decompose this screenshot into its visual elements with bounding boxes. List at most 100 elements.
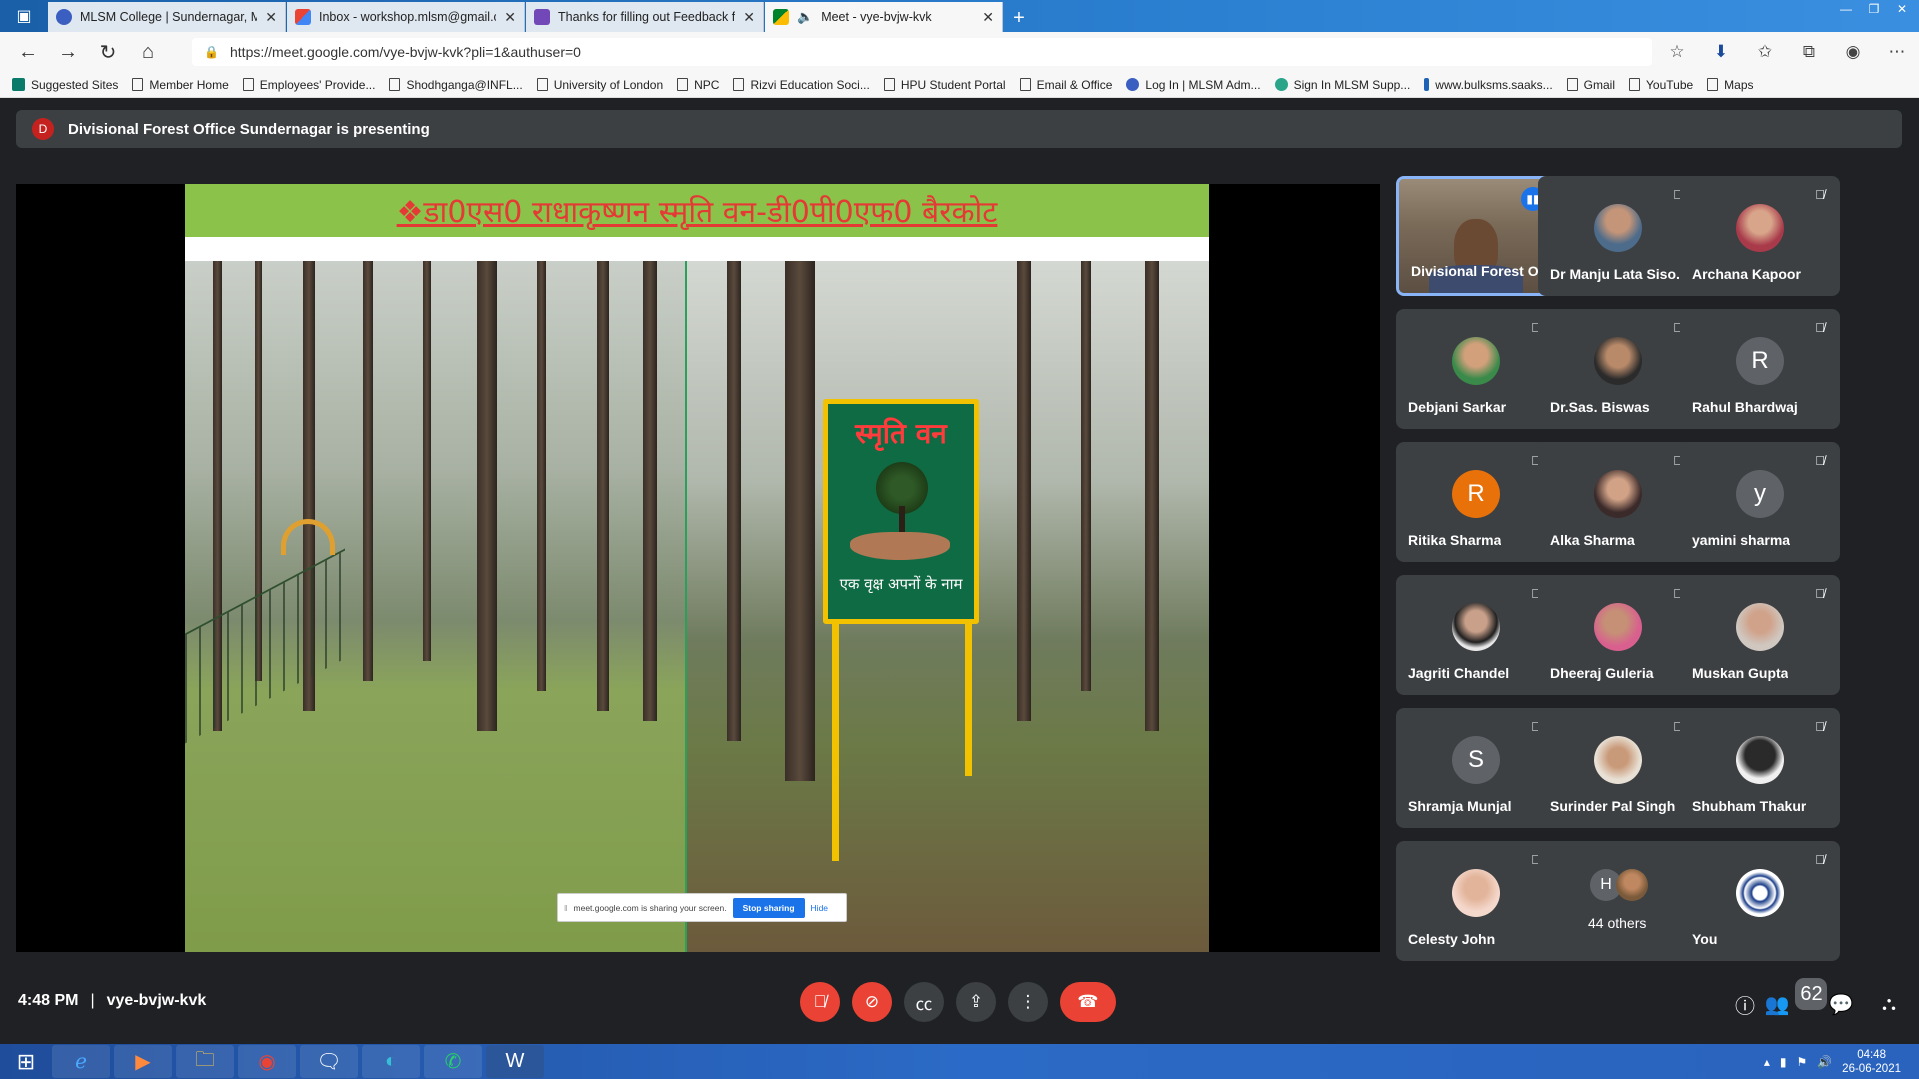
bookmark-item[interactable]: NPC — [677, 78, 719, 92]
tab-forms-feedback[interactable]: Thanks for filling out Feedback f ✕ — [526, 2, 764, 32]
forward-icon[interactable]: → — [48, 34, 88, 70]
new-tab-button[interactable]: + — [1004, 4, 1034, 32]
volume-icon[interactable]: 🔊 — [1817, 1055, 1832, 1069]
tray-clock[interactable]: 04:48 26-06-2021 — [1842, 1048, 1901, 1076]
participant-tile[interactable]: 🎙̸ Archana Kapoor — [1680, 176, 1840, 296]
tab-title: Meet - vye-bvjw-kvk — [821, 10, 932, 24]
media-player-icon[interactable]: ▶ — [114, 1045, 172, 1078]
bookmark-item[interactable]: Log In | MLSM Adm... — [1126, 78, 1261, 92]
bookmark-item[interactable]: Employees' Provide... — [242, 78, 375, 92]
meeting-details-icon[interactable]: ⓘ — [1729, 988, 1761, 1020]
tab-title: Thanks for filling out Feedback f — [558, 10, 736, 24]
people-icon[interactable]: 👥 62 — [1765, 978, 1828, 1020]
whatsapp-icon[interactable]: ✆ — [424, 1045, 482, 1078]
word-icon[interactable]: W — [486, 1045, 544, 1078]
gmail-favicon-icon — [295, 9, 311, 25]
speaker-audio-icon[interactable]: 🔈 — [797, 9, 813, 25]
extension-icon[interactable]: ⬇ — [1699, 42, 1743, 62]
participant-tile-self[interactable]: 🎙̸ You — [1680, 841, 1840, 961]
chat-icon[interactable]: 💬 — [1825, 988, 1857, 1020]
show-hidden-icons[interactable]: ▴ — [1764, 1055, 1770, 1069]
home-icon[interactable]: ⌂ — [128, 34, 168, 70]
flag-icon[interactable]: ⚑ — [1796, 1055, 1807, 1069]
activities-icon[interactable]: ⛬ — [1873, 988, 1905, 1020]
present-screen-button[interactable]: ⇪ — [956, 982, 996, 1022]
participant-tile[interactable]: 🎙̸ R Rahul Bhardwaj — [1680, 309, 1840, 429]
signal-icon[interactable]: ▮ — [1780, 1055, 1787, 1069]
bookmark-item[interactable]: Suggested Sites — [12, 78, 118, 92]
bookmark-item[interactable]: Rizvi Education Soci... — [733, 78, 870, 92]
page-icon — [389, 78, 401, 91]
close-tab-icon[interactable]: ✕ — [982, 9, 994, 26]
slide-white-strip — [185, 237, 1209, 261]
file-explorer-icon[interactable]: 🗀 — [176, 1045, 234, 1078]
reload-icon[interactable]: ↻ — [88, 34, 128, 70]
tab-mlsm-college[interactable]: MLSM College | Sundernagar, M ✕ — [48, 2, 286, 32]
participant-tile[interactable]: 🎙̸ Dr Manju Lata Siso... — [1538, 176, 1698, 296]
bookmark-item[interactable]: Member Home — [132, 78, 229, 92]
participant-tile[interactable]: 🎙̸ R Ritika Sharma — [1396, 442, 1556, 562]
close-window-icon[interactable]: ✕ — [1889, 0, 1915, 18]
camera-off-button[interactable]: ⊘ — [852, 982, 892, 1022]
bookmark-item[interactable]: Gmail — [1566, 78, 1615, 92]
url-field[interactable]: 🔒 https://meet.google.com/vye-bvjw-kvk?p… — [192, 38, 1652, 66]
participant-name: Shubham Thakur — [1692, 798, 1807, 814]
arch — [281, 519, 335, 555]
participant-tile[interactable]: 🎙̸ Alka Sharma — [1538, 442, 1698, 562]
participant-name: Archana Kapoor — [1692, 266, 1801, 282]
mic-off-button[interactable]: 🎙̸ — [800, 982, 840, 1022]
bookmark-item[interactable]: YouTube — [1629, 78, 1693, 92]
page-icon — [883, 78, 895, 91]
edge-icon[interactable]: ◐ — [362, 1045, 420, 1078]
tab-gmail-inbox[interactable]: Inbox - workshop.mlsm@gmail.c ✕ — [287, 2, 525, 32]
internet-explorer-icon[interactable]: ℯ — [52, 1045, 110, 1078]
participant-tile[interactable]: 🎙̸ S Shramja Munjal — [1396, 708, 1556, 828]
chrome-icon[interactable]: ◉ — [238, 1045, 296, 1078]
bookmark-item[interactable]: www.bulksms.saaks... — [1424, 78, 1553, 92]
participant-tile-others[interactable]: H 44 others — [1538, 841, 1698, 961]
tab-actions-menu-icon[interactable]: ▣ — [0, 0, 48, 32]
hide-button[interactable]: Hide — [811, 903, 828, 913]
collections-icon[interactable]: ⧉ — [1787, 42, 1831, 62]
bookmark-item[interactable]: Email & Office — [1019, 78, 1112, 92]
participant-tile[interactable]: 🎙̸ Dheeraj Guleria — [1538, 575, 1698, 695]
bookmark-item[interactable]: Maps — [1707, 78, 1754, 92]
bookmark-item[interactable]: HPU Student Portal — [883, 78, 1006, 92]
participant-tile[interactable]: 🎙̸ Dr.Sas. Biswas — [1538, 309, 1698, 429]
avatar — [1616, 869, 1648, 901]
captions-button[interactable]: ㏄ — [904, 982, 944, 1022]
more-options-button[interactable]: ⋮ — [1008, 982, 1048, 1022]
close-tab-icon[interactable]: ✕ — [504, 9, 516, 26]
chat-app-icon[interactable]: 🗨 — [300, 1045, 358, 1078]
restore-icon[interactable]: ❐ — [1861, 0, 1887, 18]
profile-icon[interactable]: ◉ — [1831, 42, 1875, 62]
participant-tile[interactable]: ▮▮ Divisional Forest O... — [1396, 176, 1556, 296]
tab-meet[interactable]: 🔈 Meet - vye-bvjw-kvk ✕ — [765, 2, 1003, 32]
participant-tile[interactable]: 🎙̸ Muskan Gupta — [1680, 575, 1840, 695]
participant-tile[interactable]: 🎙̸ Shubham Thakur — [1680, 708, 1840, 828]
back-icon[interactable]: ← — [8, 34, 48, 70]
favorites-icon[interactable]: ✩ — [1743, 42, 1787, 62]
close-tab-icon[interactable]: ✕ — [265, 9, 277, 26]
bookmark-item[interactable]: Shodhganga@INFL... — [389, 78, 523, 92]
presentation-view[interactable]: ❖डा0एस0 राधाकृष्णन स्मृति वन-डी0पी0एफ0 ब… — [16, 184, 1380, 952]
stop-sharing-button[interactable]: Stop sharing — [732, 897, 805, 918]
bing-icon — [12, 78, 25, 91]
participant-name: Dr.Sas. Biswas — [1550, 399, 1650, 415]
leave-call-button[interactable]: ☎ — [1060, 982, 1116, 1022]
site-icon — [1424, 78, 1430, 91]
add-favorite-icon[interactable]: ☆ — [1655, 42, 1699, 62]
bookmark-item[interactable]: Sign In MLSM Supp... — [1274, 78, 1410, 92]
close-tab-icon[interactable]: ✕ — [743, 9, 755, 26]
fence — [185, 548, 345, 744]
start-button[interactable]: ⊞ — [0, 1044, 52, 1079]
participant-tile[interactable]: 🎙̸ Celesty John — [1396, 841, 1556, 961]
more-options-icon[interactable]: ⋯ — [1875, 42, 1919, 62]
participant-tile[interactable]: 🎙̸ Jagriti Chandel — [1396, 575, 1556, 695]
participant-tile[interactable]: 🎙̸ Debjani Sarkar — [1396, 309, 1556, 429]
bookmark-item[interactable]: University of London — [536, 78, 663, 92]
participant-tile[interactable]: 🎙̸ y yamini sharma — [1680, 442, 1840, 562]
lock-icon[interactable]: 🔒 — [204, 45, 219, 59]
participant-tile[interactable]: 🎙̸ Surinder Pal Singh — [1538, 708, 1698, 828]
minimize-icon[interactable]: — — [1833, 0, 1859, 18]
